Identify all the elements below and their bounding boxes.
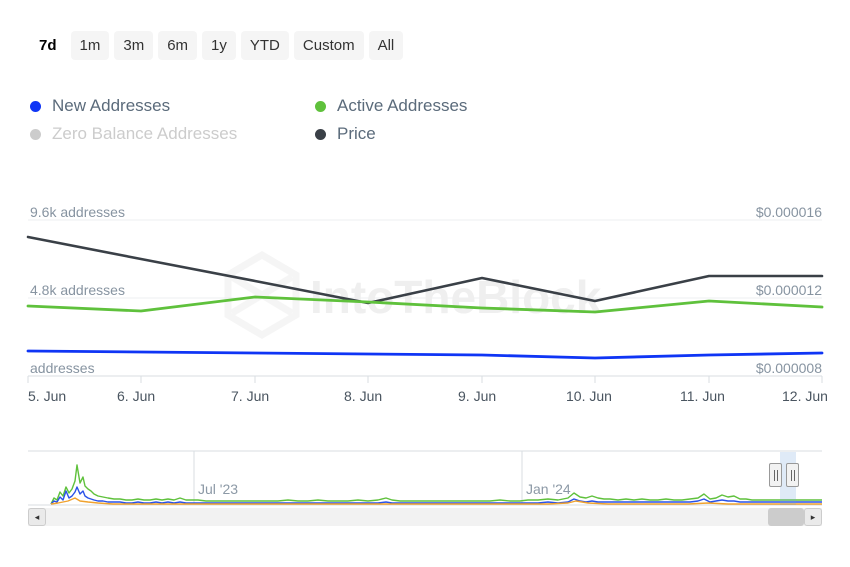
x-axis-label-0: 5. Jun (28, 388, 66, 404)
x-axis-label-2: 7. Jun (231, 388, 269, 404)
legend-label-active-addresses: Active Addresses (337, 96, 467, 116)
watermark-text: IntoTheBlock (310, 271, 602, 323)
range-button-3m[interactable]: 3m (114, 31, 153, 60)
x-axis-label-7: 12. Jun (782, 388, 828, 404)
legend-dot-new-addresses (30, 101, 41, 112)
legend-label-new-addresses: New Addresses (52, 96, 170, 116)
y2-axis-label-bottom-right: $0.000008 (756, 360, 822, 376)
y2-axis-label-top-right: $0.000016 (756, 204, 822, 220)
navigator-date-label-1: Jan '24 (526, 481, 571, 497)
navigator-handle-right[interactable] (786, 463, 799, 487)
x-axis-label-4: 9. Jun (458, 388, 496, 404)
legend-item-active-addresses[interactable]: Active Addresses (315, 92, 590, 120)
range-button-1y[interactable]: 1y (202, 31, 236, 60)
legend-label-price: Price (337, 124, 376, 144)
x-axis-label-3: 8. Jun (344, 388, 382, 404)
navigator-plot (28, 443, 822, 507)
main-chart[interactable]: IntoTheBlock 9.6k addresses 4.8k address… (0, 185, 850, 415)
range-button-custom[interactable]: Custom (294, 31, 364, 60)
y-axis-label-mid-left: 4.8k addresses (30, 282, 125, 298)
legend-dot-price (315, 129, 326, 140)
legend-dot-active-addresses (315, 101, 326, 112)
range-button-6m[interactable]: 6m (158, 31, 197, 60)
x-axis-label-6: 11. Jun (680, 388, 725, 404)
watermark-logo-icon (228, 255, 296, 335)
legend-item-zero-balance-addresses[interactable]: Zero Balance Addresses (30, 120, 315, 148)
chart-scrollbar[interactable]: ◂ ▸ (28, 508, 822, 526)
chart-legend: New Addresses Active Addresses Zero Bala… (30, 92, 590, 148)
range-button-7d[interactable]: 7d (30, 31, 66, 60)
x-axis-label-1: 6. Jun (117, 388, 155, 404)
scrollbar-left-arrow-icon[interactable]: ◂ (28, 508, 46, 526)
series-line-new-addresses (28, 351, 822, 358)
range-button-all[interactable]: All (369, 31, 404, 60)
x-axis-label-5: 10. Jun (566, 388, 612, 404)
legend-label-zero-balance-addresses: Zero Balance Addresses (52, 124, 237, 144)
navigator-series-active-addresses (51, 465, 822, 504)
y2-axis-label-mid-right: $0.000012 (756, 282, 822, 298)
scrollbar-right-arrow-icon[interactable]: ▸ (804, 508, 822, 526)
legend-item-new-addresses[interactable]: New Addresses (30, 92, 315, 120)
navigator-handle-left[interactable] (769, 463, 782, 487)
range-selector: 7d 1m 3m 6m 1y YTD Custom All (30, 31, 403, 60)
range-button-1m[interactable]: 1m (71, 31, 110, 60)
range-button-ytd[interactable]: YTD (241, 31, 289, 60)
chart-plot: IntoTheBlock (0, 185, 850, 415)
y-axis-label-top-left: 9.6k addresses (30, 204, 125, 220)
scrollbar-thumb[interactable] (768, 508, 804, 526)
y-axis-label-bottom-left: addresses (30, 360, 95, 376)
legend-dot-zero-balance-addresses (30, 129, 41, 140)
chart-navigator[interactable]: Jul '23 Jan '24 (28, 443, 822, 507)
navigator-date-label-0: Jul '23 (198, 481, 238, 497)
legend-item-price[interactable]: Price (315, 120, 590, 148)
x-axis-ticks (28, 376, 822, 383)
scrollbar-track[interactable] (46, 508, 804, 526)
